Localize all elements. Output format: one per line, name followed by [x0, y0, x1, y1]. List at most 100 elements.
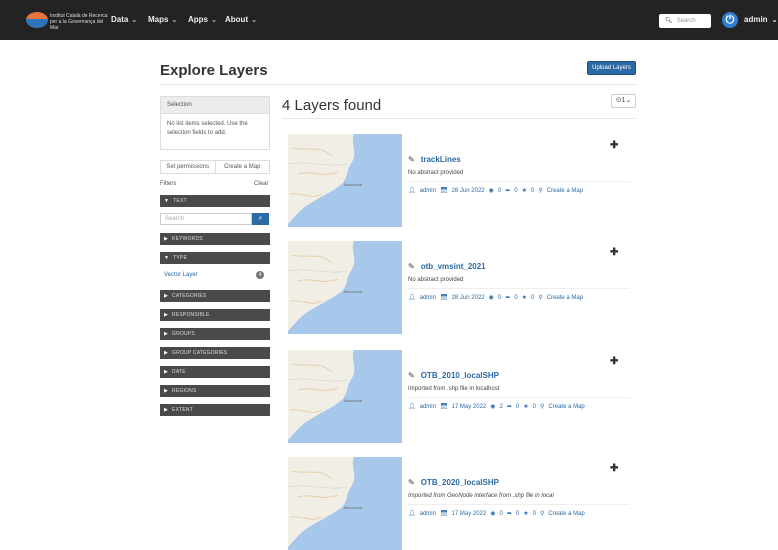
layer-shares: 0 — [514, 188, 518, 194]
nav-data[interactable]: Data ⌄ — [111, 15, 137, 24]
filter-search-input[interactable]: Search — [160, 213, 252, 225]
divider — [160, 84, 636, 85]
add-to-selection-button[interactable]: ✚ — [610, 463, 618, 474]
edit-icon: ✎ — [408, 155, 415, 164]
layer-title: trackLines — [420, 155, 461, 164]
chevron-right-icon: ▶ — [164, 388, 169, 394]
create-map-link[interactable]: Create a Map — [548, 511, 584, 517]
divider — [408, 181, 630, 182]
layer-card: Barcelona ✚ ✎ trackLines No abstract provide… — [288, 134, 636, 227]
share-icon: ➦ — [505, 295, 511, 301]
filter-section-label: REGIONS — [172, 388, 197, 394]
chevron-right-icon: ▶ — [164, 236, 169, 242]
chevron-right-icon: ▶ — [164, 331, 169, 337]
map-place-label: Barcelona — [344, 182, 363, 187]
filter-responsible-toggle[interactable]: ▶ RESPONSIBLE — [160, 309, 270, 321]
create-map-link[interactable]: Create a Map — [547, 188, 583, 194]
layer-date: 28 Jun 2022 — [451, 188, 485, 194]
layer-date: 17 May 2022 — [451, 511, 487, 517]
create-map-button[interactable]: Create a Map — [214, 161, 270, 173]
calendar-icon: 📅︎ — [439, 295, 448, 301]
layer-views: 0 — [497, 295, 502, 301]
filter-type-toggle[interactable]: ▼ TYPE — [160, 252, 270, 264]
chevron-down-icon: ⌄ — [171, 17, 178, 24]
clear-filters-link[interactable]: Clear — [254, 181, 268, 187]
filter-section-label: RESPONSIBLE — [172, 312, 210, 318]
create-map-link[interactable]: Create a Map — [548, 404, 584, 410]
logo-icon[interactable] — [26, 12, 48, 28]
brand-name[interactable]: Institut Català de Recerca per a la Gove… — [50, 13, 108, 31]
selection-tabs: Set permissions Create a Map — [160, 160, 270, 174]
filter-section-label: TEXT — [173, 198, 187, 204]
create-map-link[interactable]: Create a Map — [547, 295, 583, 301]
nav-about[interactable]: About ⌄ — [225, 15, 257, 24]
layer-shares: 0 — [514, 295, 518, 301]
divider — [408, 504, 630, 505]
nav-maps[interactable]: Maps ⌄ — [148, 15, 177, 24]
nav-apps[interactable]: Apps ⌄ — [188, 15, 217, 24]
edit-icon: ✎ — [408, 478, 415, 487]
layer-thumbnail[interactable]: Barcelona — [288, 134, 402, 227]
layer-date: 17 May 2022 — [451, 404, 487, 410]
layer-title-link[interactable]: ✎ OTB_2020_localSHP — [408, 478, 499, 487]
nav-search-input[interactable]: 🔍︎ Search — [659, 14, 711, 28]
filter-search-button[interactable]: ⌕ — [252, 213, 269, 225]
nav-search-placeholder: Search — [676, 18, 696, 24]
filter-section-label: GROUPS — [172, 331, 195, 337]
user-icon: 👤︎ — [408, 404, 416, 410]
layer-title: OTB_2020_localSHP — [420, 478, 499, 487]
add-to-selection-button[interactable]: ✚ — [610, 356, 618, 367]
layer-title-link[interactable]: ✎ OTB_2010_localSHP — [408, 371, 499, 380]
chevron-right-icon: ▶ — [164, 350, 169, 356]
layer-title-link[interactable]: ✎ otb_vmsint_2021 — [408, 262, 486, 271]
user-menu[interactable]: admin ⌄ — [744, 15, 777, 24]
layer-owner[interactable]: admin — [420, 404, 436, 410]
layer-owner[interactable]: admin — [420, 188, 436, 194]
layer-rating: 0 — [532, 511, 536, 517]
layer-abstract: No abstract provided — [408, 277, 464, 283]
divider — [408, 397, 630, 398]
layer-thumbnail[interactable]: Barcelona — [288, 241, 402, 334]
layer-title: otb_vmsint_2021 — [420, 262, 486, 271]
layer-thumbnail[interactable]: Barcelona — [288, 350, 402, 443]
add-to-selection-button[interactable]: ✚ — [610, 140, 618, 151]
chevron-down-icon: ▼ — [164, 255, 170, 261]
set-permissions-button[interactable]: Set permissions — [161, 161, 215, 173]
chevron-down-icon: ⌄ — [251, 17, 257, 24]
chevron-right-icon: ▶ — [164, 369, 169, 375]
share-icon: ➦ — [505, 188, 511, 194]
layer-date: 28 Jun 2022 — [451, 295, 485, 301]
filter-search-placeholder: Search — [165, 216, 185, 222]
layer-title-link[interactable]: ✎ trackLines — [408, 155, 461, 164]
nav-apps-label: Apps — [188, 15, 208, 24]
layer-owner[interactable]: admin — [420, 295, 436, 301]
sort-dropdown[interactable]: ⊙1⌄ — [611, 94, 636, 108]
top-navbar: Institut Català de Recerca per a la Gove… — [0, 0, 778, 40]
filter-groups-toggle[interactable]: ▶ GROUPS — [160, 328, 270, 340]
upload-layers-button[interactable]: Upload Layers — [587, 61, 636, 75]
layer-owner[interactable]: admin — [420, 511, 436, 517]
user-icon: 👤︎ — [408, 295, 416, 301]
layer-thumbnail[interactable]: Barcelona — [288, 457, 402, 550]
filters-label: Filters — [160, 181, 177, 187]
search-icon: 🔍︎ — [665, 18, 673, 24]
user-name: admin — [744, 15, 768, 24]
filter-keywords-toggle[interactable]: ▶ KEYWORDS — [160, 233, 270, 245]
nav-maps-label: Maps — [148, 15, 169, 24]
filter-group-categories-toggle[interactable]: ▶ GROUP CATEGORIES — [160, 347, 270, 359]
map-place-label: Barcelona — [344, 289, 363, 294]
add-to-selection-button[interactable]: ✚ — [610, 247, 618, 258]
layer-abstract: Imported from .shp file in localhost — [408, 386, 500, 392]
filter-text-toggle[interactable]: ▼ TEXT — [160, 195, 270, 207]
layer-meta: 👤︎ admin 📅︎ 17 May 2022 ◉ 2 ➦ 0 ★ 0 ⚲ Create a Map — [408, 403, 589, 410]
star-icon: ★ — [521, 295, 527, 301]
filter-categories-toggle[interactable]: ▶ CATEGORIES — [160, 290, 270, 302]
power-icon[interactable]: ⏻ — [722, 12, 738, 28]
type-vector-layer-option[interactable]: Vector Layer — [164, 272, 198, 278]
filter-date-toggle[interactable]: ▶ DATE — [160, 366, 270, 378]
layer-card: Barcelona ✚ ✎ OTB_2020_localSHP Imported fro… — [288, 457, 636, 550]
filter-regions-toggle[interactable]: ▶ REGIONS — [160, 385, 270, 397]
layer-rating: 0 — [530, 188, 535, 194]
layer-meta: 👤︎ admin 📅︎ 28 Jun 2022 ◉ 0 ➦ 0 ★ 0 ⚲ Create a Map — [408, 294, 587, 301]
filter-extent-toggle[interactable]: ▶ EXTENT — [160, 404, 270, 416]
